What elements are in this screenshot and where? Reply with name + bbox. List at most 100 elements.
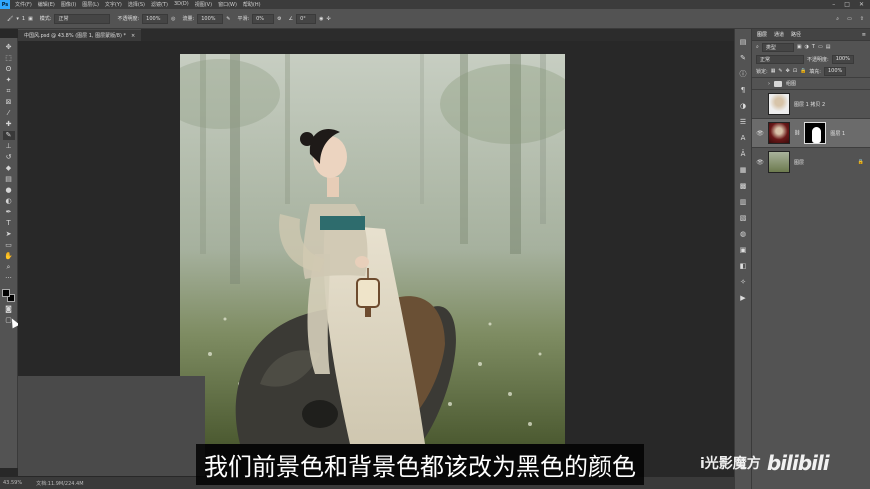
maximize-icon[interactable]: □	[844, 1, 850, 8]
adjustments-icon[interactable]: ◑	[738, 101, 748, 111]
menu-layer[interactable]: 图层(L)	[82, 1, 99, 8]
clone-stamp-tool-icon[interactable]: ⊥	[3, 142, 15, 151]
opacity-field[interactable]: 100%	[142, 13, 169, 24]
fill-field[interactable]: 100%	[823, 66, 846, 76]
gear-icon[interactable]: ⚙	[277, 16, 281, 22]
menu-window[interactable]: 窗口(W)	[218, 1, 237, 8]
shape-tool-icon[interactable]: ▭	[3, 241, 15, 250]
info-icon[interactable]: ⓘ	[738, 69, 748, 79]
actions-icon[interactable]: ▶	[738, 293, 748, 303]
menu-edit[interactable]: 编辑(E)	[38, 1, 55, 8]
blend-mode-select[interactable]: 正常	[756, 54, 804, 64]
quick-select-tool-icon[interactable]: ✦	[3, 76, 15, 85]
search-icon[interactable]: ⌕	[836, 16, 839, 22]
lock-paint-icon[interactable]: ✎	[778, 68, 782, 74]
tab-channels[interactable]: 通道	[774, 31, 784, 38]
foreground-color-swatch[interactable]	[1, 289, 10, 297]
menu-view[interactable]: 视图(V)	[195, 1, 212, 8]
eraser-tool-icon[interactable]: ◆	[3, 164, 15, 173]
kind-filter-select[interactable]: 类型	[761, 42, 794, 52]
zoom-level[interactable]: 43.59%	[3, 480, 22, 486]
menu-3d[interactable]: 3D(D)	[174, 1, 189, 8]
airbrush-icon[interactable]: ✎	[226, 16, 230, 22]
filter-type-icon[interactable]: T	[812, 44, 815, 50]
layer-opacity-field[interactable]: 100%	[831, 54, 854, 64]
flow-field[interactable]: 100%	[197, 13, 224, 24]
move-tool-icon[interactable]: ✥	[3, 43, 15, 52]
layer-comps-icon[interactable]: ▣	[738, 245, 748, 255]
menu-filter[interactable]: 滤镜(T)	[151, 1, 168, 8]
layer-group-row[interactable]: › 组图	[752, 77, 870, 89]
menu-help[interactable]: 帮助(H)	[243, 1, 261, 8]
hand-tool-icon[interactable]: ✋	[3, 252, 15, 261]
filter-pixel-icon[interactable]: ▣	[797, 44, 802, 50]
quick-mask-icon[interactable]: ◙	[3, 305, 15, 314]
chevron-down-icon[interactable]: ▾	[16, 16, 19, 22]
menu-image[interactable]: 图像(I)	[61, 1, 76, 8]
share-icon[interactable]: ⇧	[860, 16, 864, 22]
brush-size[interactable]: 1	[22, 16, 25, 22]
gradient-icon[interactable]: ▥	[738, 197, 748, 207]
layer-row-layer1[interactable]: 👁 ⛓ 图层 1	[752, 118, 870, 147]
path-select-tool-icon[interactable]: ➤	[3, 230, 15, 239]
pressure-opacity-icon[interactable]: ◎	[171, 16, 175, 22]
layer-row-background[interactable]: 👁 图层 🔒	[752, 147, 870, 176]
filter-adjust-icon[interactable]: ◑	[805, 44, 809, 50]
type-tool-icon[interactable]: T	[3, 219, 15, 228]
styles-icon[interactable]: ◧	[738, 261, 748, 271]
eyedropper-tool-icon[interactable]: ⁄	[3, 109, 15, 118]
pen-tool-icon[interactable]: ✒	[3, 208, 15, 217]
color-icon[interactable]: ◍	[738, 229, 748, 239]
dodge-tool-icon[interactable]: ◐	[3, 197, 15, 206]
character-icon[interactable]: A	[738, 133, 748, 143]
pressure-size-icon[interactable]: ◉	[319, 16, 323, 22]
glyphs-icon[interactable]: Ä	[738, 149, 748, 159]
angle-field[interactable]: 0°	[296, 13, 317, 24]
crop-tool-icon[interactable]: ⌗	[3, 87, 15, 96]
panel-menu-icon[interactable]: ≡	[862, 32, 870, 38]
library-icon[interactable]: ▦	[738, 165, 748, 175]
layer-row-copy2[interactable]: 图层 1 拷贝 2	[752, 89, 870, 118]
symmetry-icon[interactable]: ✣	[326, 16, 330, 22]
lasso-tool-icon[interactable]: ʘ	[3, 65, 15, 74]
lock-pixels-icon[interactable]: ▦	[771, 68, 776, 74]
link-icon[interactable]: ⛓	[794, 130, 800, 136]
close-icon[interactable]: ✕	[859, 1, 864, 8]
marquee-tool-icon[interactable]: ⬚	[3, 54, 15, 63]
chevron-right-icon[interactable]: ›	[768, 81, 770, 87]
frame-tool-icon[interactable]: ⊠	[3, 98, 15, 107]
healing-tool-icon[interactable]: ✚	[3, 120, 15, 129]
lock-all-icon[interactable]: 🔒	[800, 68, 806, 74]
paragraph-icon[interactable]: ¶	[738, 85, 748, 95]
smooth-field[interactable]: 0%	[252, 13, 275, 24]
more-tools-icon[interactable]: ···	[3, 274, 15, 283]
brush-tool-icon[interactable]: 🖌	[7, 16, 13, 22]
lock-move-icon[interactable]: ✥	[786, 68, 790, 74]
close-tab-icon[interactable]: ×	[131, 33, 135, 39]
gradient-tool-icon[interactable]: ▤	[3, 175, 15, 184]
history-brush-tool-icon[interactable]: ↺	[3, 153, 15, 162]
lock-artboard-icon[interactable]: ⊡	[793, 68, 797, 74]
tab-layers[interactable]: 图层	[757, 31, 767, 38]
mode-select[interactable]: 正常	[54, 13, 111, 24]
canvas-area[interactable]	[18, 41, 734, 477]
layer-mask-thumbnail[interactable]	[804, 122, 827, 144]
color-swatches[interactable]	[1, 289, 16, 303]
properties-icon[interactable]: ☰	[738, 117, 748, 127]
eye-icon[interactable]: 👁	[756, 130, 764, 137]
patterns-icon[interactable]: ▧	[738, 213, 748, 223]
menu-file[interactable]: 文件(F)	[15, 1, 32, 8]
menu-select[interactable]: 选择(S)	[128, 1, 145, 8]
history-icon[interactable]: ▤	[738, 37, 748, 47]
paths-icon[interactable]: ✧	[738, 277, 748, 287]
document-tab[interactable]: 中国风.psd @ 43.8% (图层 1, 图层蒙版/8) * ×	[18, 29, 142, 41]
document-canvas-image[interactable]	[180, 54, 565, 444]
brush-settings-icon[interactable]: ▣	[28, 16, 33, 22]
menu-type[interactable]: 文字(Y)	[105, 1, 122, 8]
eye-icon[interactable]: 👁	[756, 159, 764, 166]
swatches-icon[interactable]: ▩	[738, 181, 748, 191]
workspace-icon[interactable]: ▭	[847, 16, 852, 22]
filter-shape-icon[interactable]: ▭	[818, 44, 823, 50]
tab-paths[interactable]: 路径	[791, 31, 801, 38]
blur-tool-icon[interactable]: ●	[3, 186, 15, 195]
